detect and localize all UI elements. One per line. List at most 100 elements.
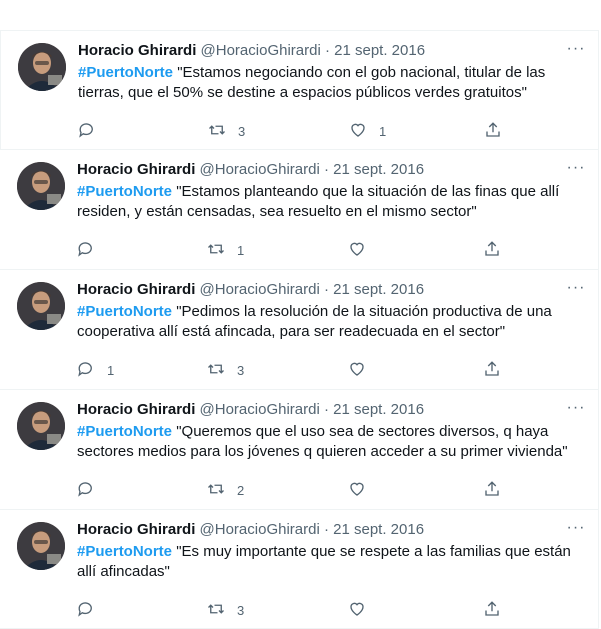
tweet-header: Horacio Ghirardi @HoracioGhirardi · 21 s… bbox=[78, 41, 584, 61]
separator: · bbox=[323, 161, 329, 178]
hashtag-link[interactable]: #PuertoNorte bbox=[77, 303, 172, 320]
more-icon[interactable]: ··· bbox=[564, 398, 588, 422]
reply-button[interactable] bbox=[77, 598, 107, 622]
like-button[interactable]: 1 bbox=[349, 119, 386, 143]
author-handle[interactable]: @HoracioGhirardi bbox=[200, 161, 320, 178]
tweet-actions: 1 3 bbox=[77, 358, 507, 382]
reply-icon bbox=[78, 121, 96, 142]
retweet-icon bbox=[207, 240, 225, 261]
share-icon bbox=[483, 240, 501, 261]
share-button[interactable] bbox=[483, 358, 501, 382]
author-handle[interactable]: @HoracioGhirardi bbox=[200, 401, 320, 418]
heart-icon bbox=[348, 600, 366, 621]
like-button[interactable] bbox=[348, 598, 378, 622]
heart-icon bbox=[348, 480, 366, 501]
more-icon[interactable]: ··· bbox=[564, 518, 588, 542]
tweet-actions: 1 bbox=[77, 238, 507, 262]
tweet[interactable]: Horacio Ghirardi @HoracioGhirardi · 21 s… bbox=[0, 150, 599, 270]
avatar[interactable] bbox=[18, 43, 66, 91]
separator: · bbox=[323, 281, 329, 298]
retweet-count: 3 bbox=[237, 362, 245, 378]
more-icon[interactable]: ··· bbox=[564, 278, 588, 302]
tweet[interactable]: Horacio Ghirardi @HoracioGhirardi · 21 s… bbox=[0, 30, 599, 150]
avatar[interactable] bbox=[17, 402, 65, 450]
like-button[interactable] bbox=[348, 478, 378, 502]
tweet-header: Horacio Ghirardi @HoracioGhirardi · 21 s… bbox=[77, 160, 584, 180]
heart-icon bbox=[348, 360, 366, 381]
author-name[interactable]: Horacio Ghirardi bbox=[77, 521, 195, 538]
author-name[interactable]: Horacio Ghirardi bbox=[78, 42, 196, 59]
share-button[interactable] bbox=[483, 478, 501, 502]
reply-button[interactable] bbox=[77, 238, 107, 262]
avatar[interactable] bbox=[17, 162, 65, 210]
retweet-button[interactable]: 1 bbox=[207, 238, 244, 262]
author-handle[interactable]: @HoracioGhirardi bbox=[200, 521, 320, 538]
tweet-content: Horacio Ghirardi @HoracioGhirardi · 21 s… bbox=[77, 399, 584, 498]
reply-button[interactable] bbox=[78, 119, 108, 143]
reply-icon bbox=[77, 360, 95, 381]
more-icon[interactable]: ··· bbox=[564, 158, 588, 182]
separator: · bbox=[324, 42, 330, 59]
reply-button[interactable]: 1 bbox=[77, 358, 114, 382]
author-handle[interactable]: @HoracioGhirardi bbox=[201, 42, 321, 59]
retweet-count: 1 bbox=[237, 242, 245, 258]
retweet-icon bbox=[207, 360, 225, 381]
retweet-button[interactable]: 3 bbox=[207, 358, 244, 382]
tweet-text: #PuertoNorte "Estamos negociando con el … bbox=[78, 63, 584, 103]
tweet-actions: 3 1 bbox=[78, 119, 508, 143]
share-icon bbox=[483, 600, 501, 621]
hashtag-link[interactable]: #PuertoNorte bbox=[77, 183, 172, 200]
tweet[interactable]: Horacio Ghirardi @HoracioGhirardi · 21 s… bbox=[0, 510, 599, 629]
more-icon[interactable]: ··· bbox=[564, 39, 588, 63]
tweet-header: Horacio Ghirardi @HoracioGhirardi · 21 s… bbox=[77, 280, 584, 300]
tweet-content: Horacio Ghirardi @HoracioGhirardi · 21 s… bbox=[77, 159, 584, 258]
hashtag-link[interactable]: #PuertoNorte bbox=[77, 543, 172, 560]
heart-icon bbox=[348, 240, 366, 261]
share-icon bbox=[483, 480, 501, 501]
tweet-date[interactable]: 21 sept. 2016 bbox=[333, 161, 424, 178]
hashtag-link[interactable]: #PuertoNorte bbox=[78, 64, 173, 81]
author-name[interactable]: Horacio Ghirardi bbox=[77, 401, 195, 418]
tweet[interactable]: Horacio Ghirardi @HoracioGhirardi · 21 s… bbox=[0, 270, 599, 390]
author-handle[interactable]: @HoracioGhirardi bbox=[200, 281, 320, 298]
tweet-text: #PuertoNorte "Queremos que el uso sea de… bbox=[77, 422, 584, 462]
avatar[interactable] bbox=[17, 522, 65, 570]
reply-icon bbox=[77, 240, 95, 261]
share-button[interactable] bbox=[483, 598, 501, 622]
separator: · bbox=[323, 401, 329, 418]
retweet-count: 3 bbox=[238, 123, 246, 139]
reply-count: 1 bbox=[107, 362, 115, 378]
retweet-count: 2 bbox=[237, 482, 245, 498]
reply-icon bbox=[77, 600, 95, 621]
like-button[interactable] bbox=[348, 238, 378, 262]
heart-icon bbox=[349, 121, 367, 142]
tweet-date[interactable]: 21 sept. 2016 bbox=[334, 42, 425, 59]
tweet-date[interactable]: 21 sept. 2016 bbox=[333, 281, 424, 298]
retweet-button[interactable]: 2 bbox=[207, 478, 244, 502]
tweet-text: #PuertoNorte "Pedimos la resolución de l… bbox=[77, 302, 584, 342]
hashtag-link[interactable]: #PuertoNorte bbox=[77, 423, 172, 440]
reply-icon bbox=[77, 480, 95, 501]
tweet-content: Horacio Ghirardi @HoracioGhirardi · 21 s… bbox=[78, 40, 584, 139]
tweet-header: Horacio Ghirardi @HoracioGhirardi · 21 s… bbox=[77, 400, 584, 420]
retweet-button[interactable]: 3 bbox=[207, 598, 244, 622]
tweet-content: Horacio Ghirardi @HoracioGhirardi · 21 s… bbox=[77, 519, 584, 618]
like-button[interactable] bbox=[348, 358, 378, 382]
separator: · bbox=[323, 521, 329, 538]
author-name[interactable]: Horacio Ghirardi bbox=[77, 281, 195, 298]
retweet-button[interactable]: 3 bbox=[208, 119, 245, 143]
share-button[interactable] bbox=[484, 119, 502, 143]
tweet-actions: 2 bbox=[77, 478, 507, 502]
share-icon bbox=[484, 121, 502, 142]
tweet-date[interactable]: 21 sept. 2016 bbox=[333, 521, 424, 538]
avatar[interactable] bbox=[17, 282, 65, 330]
retweet-count: 3 bbox=[237, 602, 245, 618]
tweet-text: #PuertoNorte "Estamos planteando que la … bbox=[77, 182, 584, 222]
author-name[interactable]: Horacio Ghirardi bbox=[77, 161, 195, 178]
share-button[interactable] bbox=[483, 238, 501, 262]
tweet-date[interactable]: 21 sept. 2016 bbox=[333, 401, 424, 418]
retweet-icon bbox=[207, 480, 225, 501]
reply-button[interactable] bbox=[77, 478, 107, 502]
tweet[interactable]: Horacio Ghirardi @HoracioGhirardi · 21 s… bbox=[0, 390, 599, 510]
retweet-icon bbox=[207, 600, 225, 621]
